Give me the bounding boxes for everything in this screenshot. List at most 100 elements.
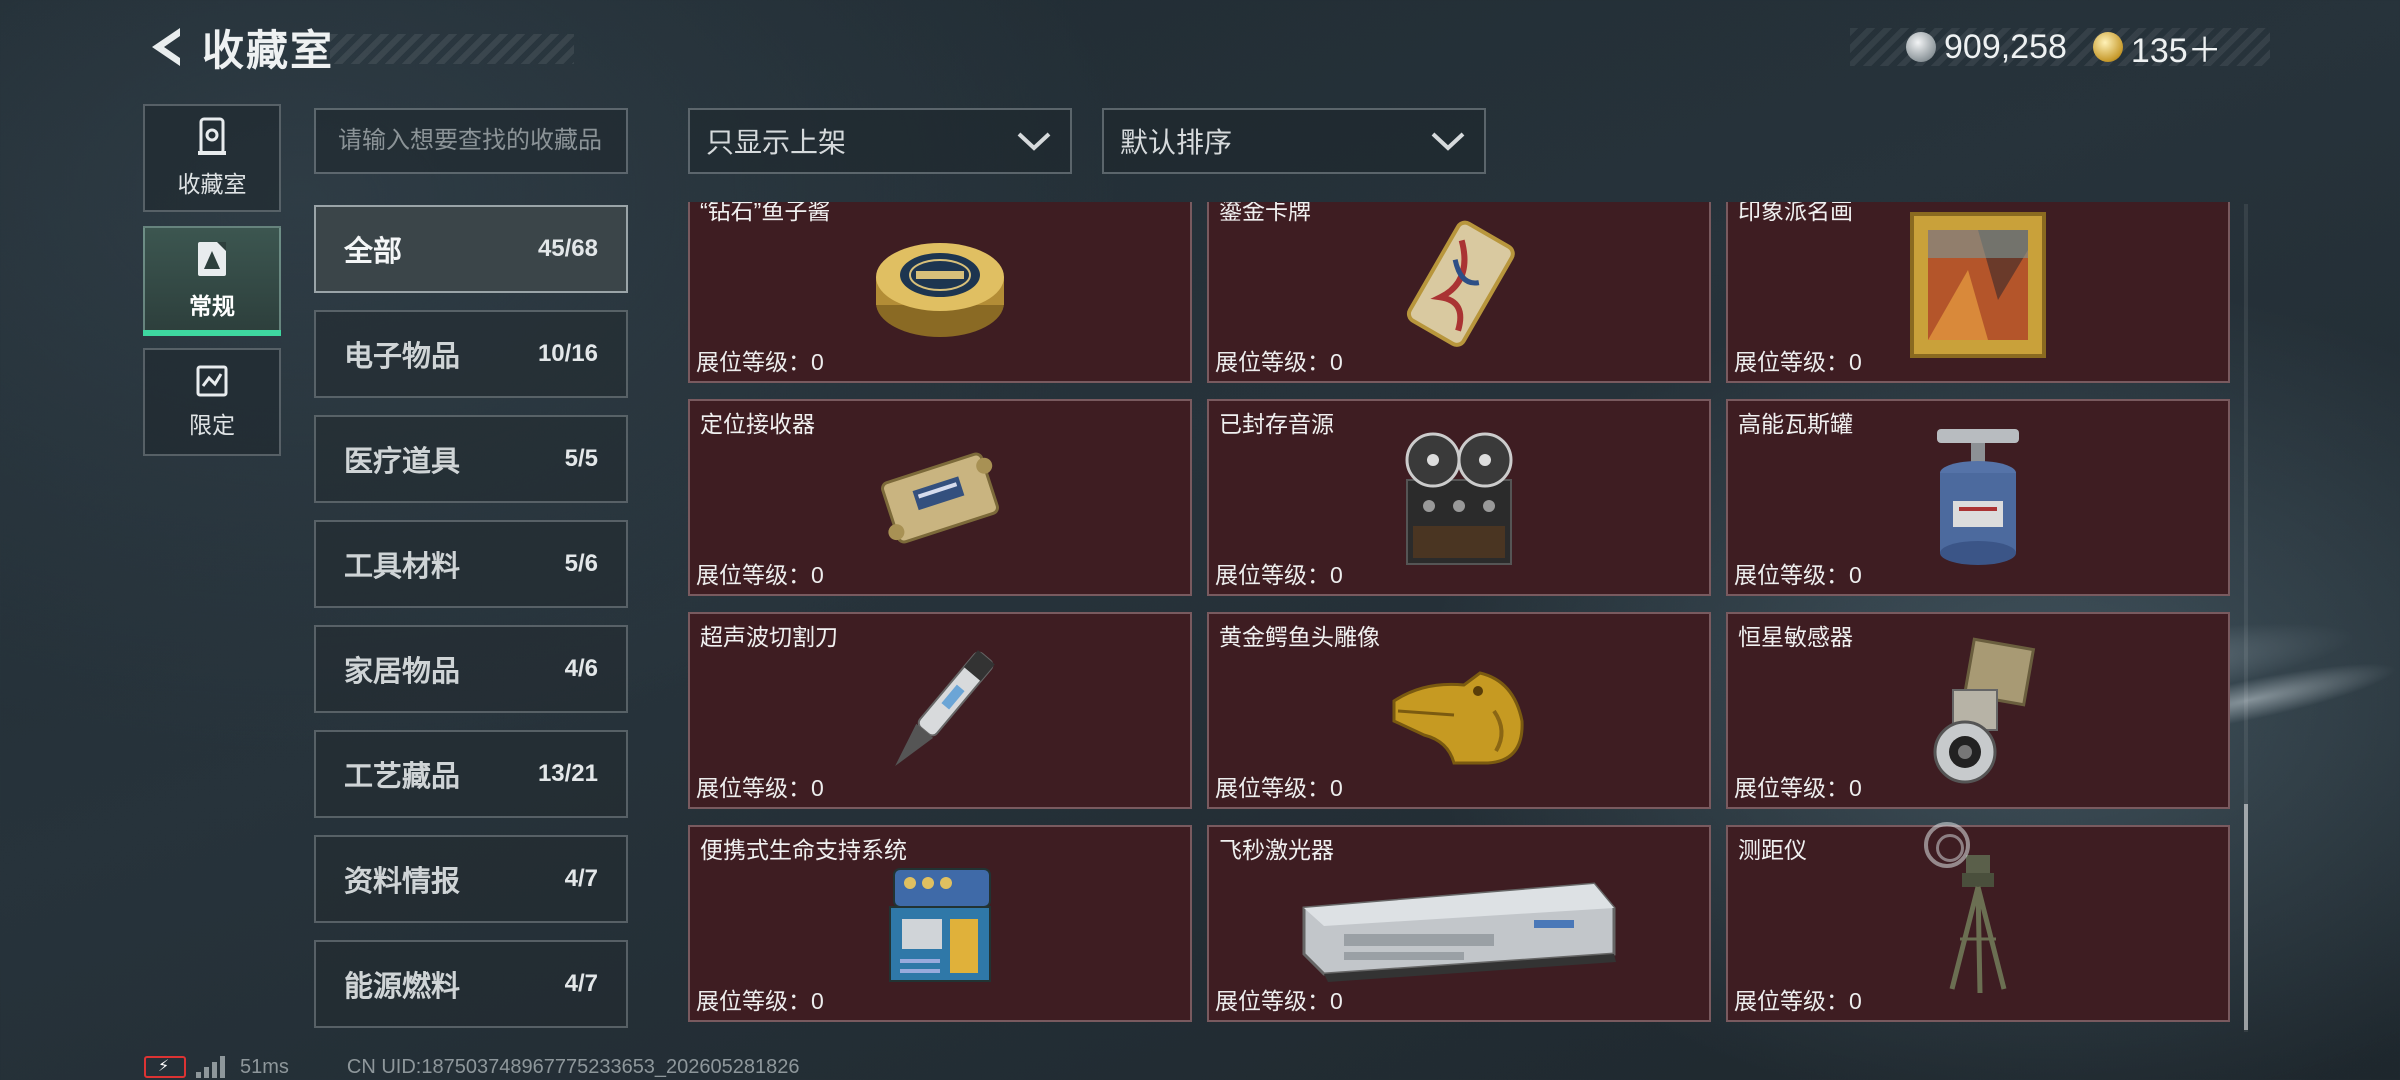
item-name: 印象派名画	[1738, 202, 1853, 224]
star-sensor-icon	[1933, 636, 2036, 783]
signal-icon	[196, 1056, 228, 1078]
rangefinder-tripod-icon	[1949, 854, 2007, 993]
collection-card[interactable]: 飞秒激光器 展位等级：0	[1207, 825, 1711, 1022]
life-support-pack-icon	[889, 867, 991, 982]
sort-dropdown[interactable]: 默认排序	[1102, 108, 1486, 174]
status-footer: 51ms CN UID:187503748967775233653_202605…	[144, 1054, 800, 1080]
subcategory-count: 5/6	[564, 550, 598, 577]
item-name: 便携式生命支持系统	[700, 837, 907, 863]
shelf-filter-value: 只显示上架	[706, 127, 847, 158]
shelf-filter-dropdown[interactable]: 只显示上架	[688, 108, 1072, 174]
back-button[interactable]	[140, 22, 190, 72]
scrollbar-thumb[interactable]	[2244, 804, 2248, 1030]
category-label: 常规	[189, 293, 235, 319]
regular-icon	[198, 242, 226, 276]
booth-level: 展位等级：0	[1734, 775, 1862, 801]
gold-crocodile-head-icon	[1392, 670, 1524, 764]
subcategory-count: 4/6	[564, 655, 598, 682]
booth-level: 展位等级：0	[696, 562, 824, 588]
collection-card[interactable]: 黄金鳄鱼头雕像 展位等级：0	[1207, 612, 1711, 809]
subcategory-name: 工艺藏品	[344, 761, 461, 793]
subcategory-name: 家居物品	[344, 656, 461, 688]
collection-grid[interactable]: “钻石”鱼子酱 展位等级：0 鎏金卡牌 展位等级：0 印象派名画 展位等级：0 …	[688, 202, 2231, 1032]
ultrasonic-cutter-icon	[895, 649, 995, 766]
subcategory-count: 4/7	[564, 865, 598, 892]
sort-value: 默认排序	[1120, 127, 1233, 158]
subcategory-count: 10/16	[537, 340, 598, 367]
booth-level: 展位等级：0	[1734, 988, 1862, 1014]
gilded-card-icon	[1406, 220, 1515, 347]
booth-level: 展位等级：0	[1215, 988, 1343, 1014]
limited-icon	[196, 365, 228, 397]
item-name: 超声波切割刀	[700, 624, 838, 650]
booth-level: 展位等级：0	[1215, 349, 1343, 375]
locator-receiver-icon	[881, 452, 999, 543]
collection-card[interactable]: 超声波切割刀 展位等级：0	[688, 612, 1192, 809]
booth-level: 展位等级：0	[1734, 562, 1862, 588]
subcategory-name: 电子物品	[344, 341, 461, 373]
category-label: 限定	[189, 412, 235, 438]
collection-card[interactable]: 便携式生命支持系统 展位等级：0	[688, 825, 1192, 1022]
currency-bar: 909,258 135＋	[1850, 27, 2270, 70]
item-name: 鎏金卡牌	[1219, 202, 1311, 224]
gas-canister-icon	[1937, 428, 2019, 565]
floating-target-ring-icon[interactable]	[1924, 822, 1970, 868]
collection-card[interactable]: 测距仪 展位等级：0	[1726, 825, 2230, 1022]
femtosecond-laser-icon	[1302, 881, 1616, 982]
subcategory-crafts[interactable]: 工艺藏品 13/21	[314, 730, 628, 818]
subcategory-name: 工具材料	[344, 551, 461, 583]
subcategory-energy[interactable]: 能源燃料 4/7	[314, 940, 628, 1028]
item-name: 定位接收器	[700, 411, 815, 437]
item-name: 恒星敏感器	[1738, 624, 1853, 650]
item-name: “钻石”鱼子酱	[700, 202, 831, 224]
item-name: 测距仪	[1738, 837, 1807, 863]
silver-currency-value: 909,258	[1944, 27, 2067, 66]
collection-card[interactable]: 高能瓦斯罐 展位等级：0	[1726, 399, 2230, 596]
collection-card[interactable]: 定位接收器 展位等级：0	[688, 399, 1192, 596]
search-input[interactable]	[314, 108, 628, 174]
silver-coin-icon	[1906, 32, 1936, 62]
gold-currency-value[interactable]: 135＋	[2131, 23, 2222, 72]
subcategory-tools[interactable]: 工具材料 5/6	[314, 520, 628, 608]
booth-level: 展位等级：0	[1215, 775, 1343, 801]
collection-card[interactable]: 已封存音源 展位等级：0	[1207, 399, 1711, 596]
gold-coin-icon	[2092, 32, 2123, 62]
subcategory-name: 全部	[344, 236, 403, 268]
subcategory-list: 全部 45/68 电子物品 10/16 医疗道具 5/5 工具材料 5/6 家居…	[314, 205, 628, 1045]
item-name: 已封存音源	[1219, 411, 1334, 437]
collection-card[interactable]: 印象派名画 展位等级：0	[1726, 202, 2230, 383]
category-limited[interactable]: 限定	[143, 348, 281, 456]
battery-charging-icon	[144, 1056, 186, 1078]
subcategory-count: 45/68	[537, 235, 598, 262]
subcategory-all[interactable]: 全部 45/68	[314, 205, 628, 293]
item-name: 高能瓦斯罐	[1738, 411, 1853, 437]
collection-card[interactable]: “钻石”鱼子酱 展位等级：0	[688, 202, 1192, 383]
item-name: 黄金鳄鱼头雕像	[1219, 624, 1380, 650]
subcategory-count: 5/5	[564, 445, 598, 472]
caviar-tin-icon	[876, 242, 1004, 337]
subcategory-name: 资料情报	[344, 866, 461, 898]
booth-level: 展位等级：0	[696, 988, 824, 1014]
category-regular[interactable]: 常规	[143, 226, 281, 336]
uid-text: CN UID:187503748967775233653_20260528182…	[346, 1055, 800, 1078]
category-label: 收藏室	[177, 171, 247, 197]
category-collection-room[interactable]: 收藏室	[143, 104, 281, 212]
subcategory-intel[interactable]: 资料情报 4/7	[314, 835, 628, 923]
back-arrow-icon	[152, 28, 180, 66]
grid-scrollbar[interactable]	[2244, 204, 2248, 1032]
booth-level: 展位等级：0	[696, 349, 824, 375]
header: 收藏室	[140, 22, 334, 74]
subcategory-name: 能源燃料	[344, 971, 461, 1003]
collection-card[interactable]: 恒星敏感器 展位等级：0	[1726, 612, 2230, 809]
subcategory-count: 4/7	[564, 970, 598, 997]
subcategory-count: 13/21	[537, 760, 598, 787]
subcategory-electronics[interactable]: 电子物品 10/16	[314, 310, 628, 398]
page-title: 收藏室	[202, 26, 335, 74]
chevron-down-icon	[1431, 132, 1465, 151]
subcategory-medical[interactable]: 医疗道具 5/5	[314, 415, 628, 503]
booth-level: 展位等级：0	[696, 775, 824, 801]
subcategory-household[interactable]: 家居物品 4/6	[314, 625, 628, 713]
collection-card[interactable]: 鎏金卡牌 展位等级：0	[1207, 202, 1711, 383]
title-decoration	[330, 34, 574, 64]
ping-value: 51ms	[240, 1055, 289, 1078]
